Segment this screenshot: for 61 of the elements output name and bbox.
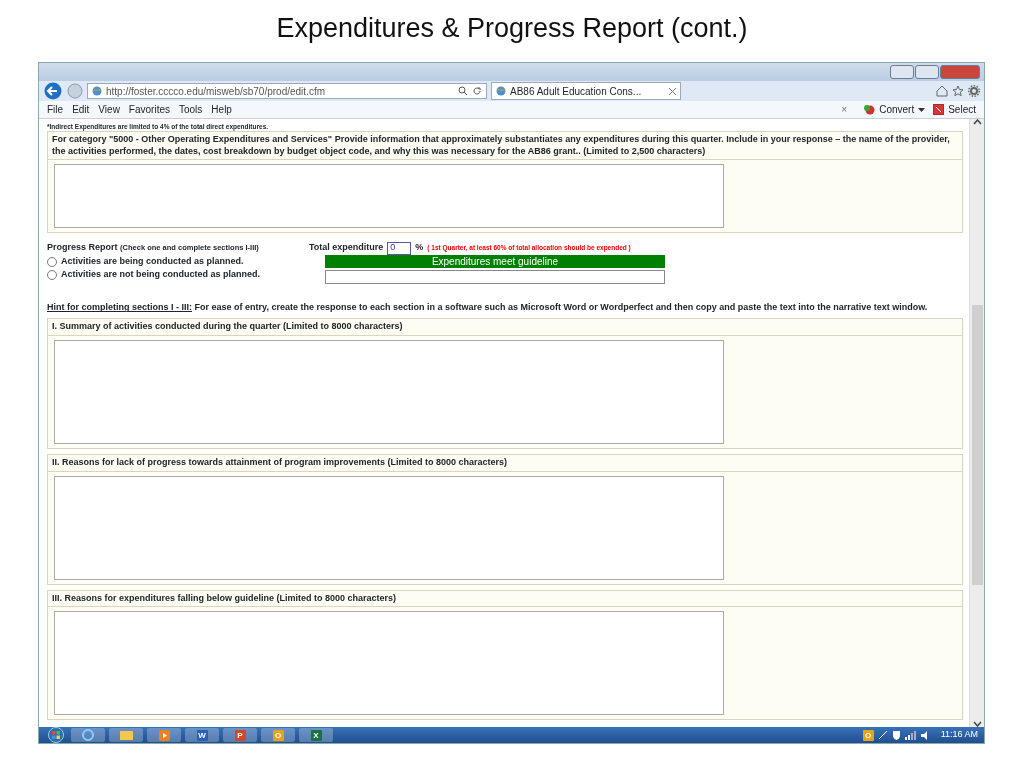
app-icon[interactable]: W	[196, 729, 208, 741]
menu-item[interactable]: Help	[211, 102, 232, 117]
menu-item[interactable]: Edit	[72, 102, 90, 117]
clock-text: 11:16 AM	[940, 728, 978, 742]
home-icon[interactable]	[936, 85, 948, 97]
section-title: III. Reasons for expenditures falling below guideline (Limited to 8000 characters)	[48, 590, 962, 608]
media-player-icon[interactable]	[158, 729, 170, 741]
status-bar: Expenditures meet guideline	[325, 254, 665, 268]
convert-button[interactable]: Convert	[863, 102, 926, 117]
toolbar-close-button[interactable]: ×	[841, 102, 848, 117]
section-title: II. Reasons for lack of progress towards attainment of program improvements (Limited to 8000 characters)	[48, 455, 962, 472]
start-icon[interactable]	[45, 727, 67, 743]
convert-icon	[863, 104, 876, 115]
app-icon[interactable]: P	[234, 729, 246, 741]
answer-box[interactable]	[54, 164, 724, 229]
browser-tab[interactable]: AB86 Adult Education Cons...	[491, 82, 681, 100]
scroll-down-icon[interactable]	[972, 721, 982, 727]
field-label: Total expenditure	[309, 241, 384, 255]
answer-box[interactable]	[54, 340, 724, 445]
total-field[interactable]: 0	[387, 241, 412, 255]
answer-box[interactable]	[54, 475, 724, 580]
prompt-text: For category "5000 - Other Operating Expenditures and Services" Provide information that approximately substantiates any expenditures during this quarter. Include in your response – the name of the provider, the activities performed, the dates, cost breakdown by budget object code, and why this was necessary for the AB86 grant.. (Limited to 2,500 characters)	[48, 132, 962, 161]
minimize-button[interactable]	[890, 65, 914, 79]
forward-icon[interactable]	[67, 83, 83, 99]
menu-item[interactable]: File	[47, 102, 64, 117]
refresh-icon[interactable]	[472, 86, 482, 96]
back-icon[interactable]	[43, 82, 63, 100]
url-text: http://foster.cccco.edu/misweb/sb70/prod/edit.cfm	[106, 84, 326, 99]
option-label[interactable]: Activities are not being conducted as planned.	[61, 268, 261, 282]
search-icon[interactable]	[458, 86, 468, 96]
hint-text: For ease of entry, create the response to each section in a software such as Microsoft Word or Wordperfect and then copy and paste the text into the narrative text window.	[194, 302, 928, 313]
scrollbar-thumb[interactable]	[971, 305, 983, 585]
shield-icon[interactable]	[891, 730, 901, 740]
signal-icon[interactable]	[904, 730, 917, 740]
hint-heading: Hint for completing sections I - III:	[47, 302, 192, 313]
menu-item[interactable]: Tools	[179, 102, 203, 117]
select-icon	[933, 104, 945, 115]
close-icon[interactable]	[669, 87, 676, 95]
section-label: Progress Report	[47, 242, 118, 253]
select-button[interactable]: Select	[933, 102, 976, 117]
option-label[interactable]: Activities are being conducted as planned.	[61, 254, 244, 269]
radio-button[interactable]	[47, 256, 57, 267]
section-title: I. Summary of activities conducted during the quarter (Limited to 8000 characters)	[48, 319, 962, 337]
settings-icon[interactable]	[968, 85, 980, 97]
address-field[interactable]: http://foster.cccco.edu/misweb/sb70/prod/edit.cfm	[87, 83, 487, 99]
slide-title: Expenditures & Progress Report (cont.)	[275, 12, 749, 45]
globe-icon	[496, 86, 506, 96]
caret-icon	[918, 107, 926, 112]
menu-item[interactable]: View	[98, 102, 120, 117]
answer-box[interactable]	[54, 611, 724, 716]
globe-icon	[92, 86, 102, 96]
star-icon[interactable]	[952, 85, 964, 97]
folder-icon[interactable]	[119, 730, 133, 740]
radio-button[interactable]	[47, 270, 57, 281]
maximize-button[interactable]	[915, 65, 939, 79]
app-icon[interactable]: X	[310, 729, 322, 741]
menu-item[interactable]: Favorites	[128, 102, 170, 117]
globe-icon[interactable]	[82, 729, 94, 741]
scroll-up-icon[interactable]	[972, 119, 982, 125]
tab-title: AB86 Adult Education Cons...	[510, 84, 643, 99]
percent-sign: %	[415, 241, 424, 255]
